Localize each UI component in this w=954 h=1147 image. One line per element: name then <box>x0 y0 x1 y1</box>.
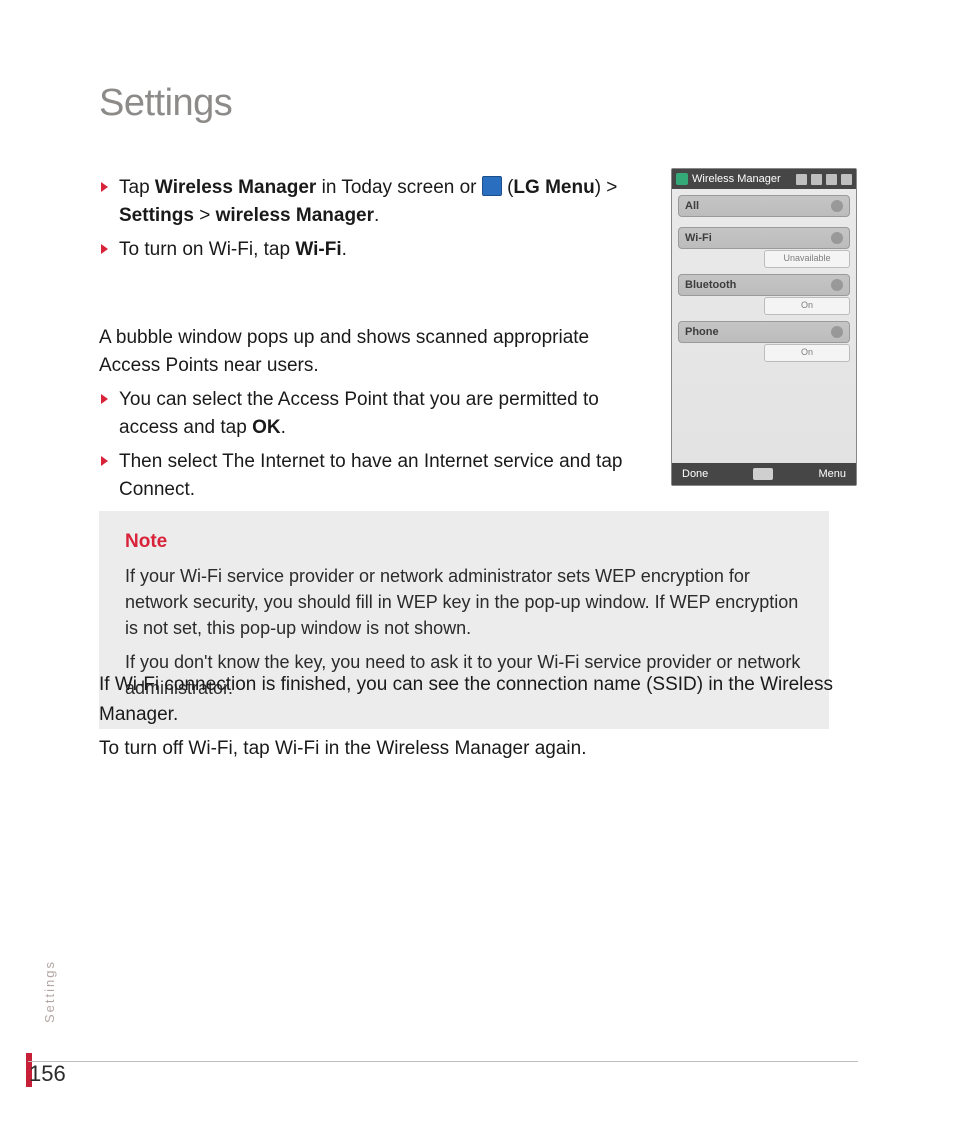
bullet-select-access-point: You can select the Access Point that you… <box>99 386 654 442</box>
screenshot-titlebar: Wireless Manager <box>672 169 856 189</box>
bold: Wi-Fi <box>295 239 341 260</box>
row-wifi: Wi-Fi <box>678 227 850 249</box>
bullet-wireless-manager: Tap Wireless Manager in Today screen or … <box>99 174 654 230</box>
row-all: All <box>678 195 850 217</box>
bullet-select-internet: Then select The Internet to have an Inte… <box>99 448 654 504</box>
note-paragraph: If your Wi-Fi service provider or networ… <box>125 563 803 641</box>
label: Wi-Fi <box>685 232 712 244</box>
screenshot-body: All Wi-Fi Unavailable Bluetooth On Phone… <box>672 189 856 374</box>
screenshot-bottombar: Done Menu <box>672 463 856 485</box>
softkey-menu: Menu <box>818 468 846 480</box>
bold: wireless Manager <box>216 205 374 226</box>
wireless-manager-screenshot: Wireless Manager All Wi-Fi Unavailable B… <box>671 168 857 486</box>
main-content: Tap Wireless Manager in Today screen or … <box>99 174 654 518</box>
row-phone-status: On <box>764 344 850 362</box>
screenshot-title: Wireless Manager <box>692 173 781 185</box>
label: All <box>685 200 699 212</box>
text: You can select the Access Point that you… <box>119 389 599 438</box>
instruction-list: Tap Wireless Manager in Today screen or … <box>99 174 654 264</box>
bullet-marker-icon <box>101 182 108 192</box>
bullet-marker-icon <box>101 456 108 466</box>
footer-divider <box>28 1061 858 1062</box>
sync-icon <box>796 174 807 185</box>
signal-icon <box>811 174 822 185</box>
keyboard-icon <box>753 468 773 480</box>
paragraph-bubble-window: A bubble window pops up and shows scanne… <box>99 324 654 380</box>
row-phone: Phone <box>678 321 850 343</box>
text: ) > <box>595 177 618 198</box>
text: . <box>342 239 347 260</box>
close-icon <box>841 174 852 185</box>
softkey-done: Done <box>682 468 708 480</box>
bold: LG Menu <box>513 177 594 198</box>
windows-start-icon <box>482 176 502 196</box>
bold: OK <box>252 417 281 438</box>
page-title: Settings <box>99 82 232 125</box>
row-wifi-group: Wi-Fi Unavailable <box>678 227 850 268</box>
paragraph: If Wi-Fi connection is finished, you can… <box>99 670 849 730</box>
label: Phone <box>685 326 719 338</box>
text: Tap <box>119 177 155 198</box>
text: To turn on Wi-Fi, tap <box>119 239 295 260</box>
row-bluetooth-status: On <box>764 297 850 315</box>
bullet-marker-icon <box>101 244 108 254</box>
note-title: Note <box>125 529 803 555</box>
phone-icon <box>831 326 843 338</box>
paragraph: To turn off Wi-Fi, tap Wi-Fi in the Wire… <box>99 734 849 764</box>
closing-paragraphs: If Wi-Fi connection is finished, you can… <box>99 670 849 768</box>
bluetooth-icon <box>831 279 843 291</box>
text: in Today screen or <box>316 177 481 198</box>
windows-logo-icon <box>676 173 688 185</box>
bold: Settings <box>119 205 194 226</box>
bullet-turn-on-wifi: To turn on Wi-Fi, tap Wi-Fi. <box>99 236 654 264</box>
text: Then select The Internet to have an Inte… <box>119 451 622 500</box>
text: > <box>194 205 216 226</box>
page-number: 156 <box>29 1061 66 1087</box>
bullet-marker-icon <box>101 394 108 404</box>
row-wifi-status: Unavailable <box>764 250 850 268</box>
text: . <box>374 205 379 226</box>
bold: Wireless Manager <box>155 177 316 198</box>
wifi-icon <box>831 232 843 244</box>
row-bluetooth-group: Bluetooth On <box>678 274 850 315</box>
power-icon <box>831 200 843 212</box>
instruction-list-2: You can select the Access Point that you… <box>99 386 654 504</box>
row-bluetooth: Bluetooth <box>678 274 850 296</box>
row-phone-group: Phone On <box>678 321 850 362</box>
label: Bluetooth <box>685 279 736 291</box>
volume-icon <box>826 174 837 185</box>
section-side-label: Settings <box>42 960 57 1023</box>
text: . <box>281 417 286 438</box>
